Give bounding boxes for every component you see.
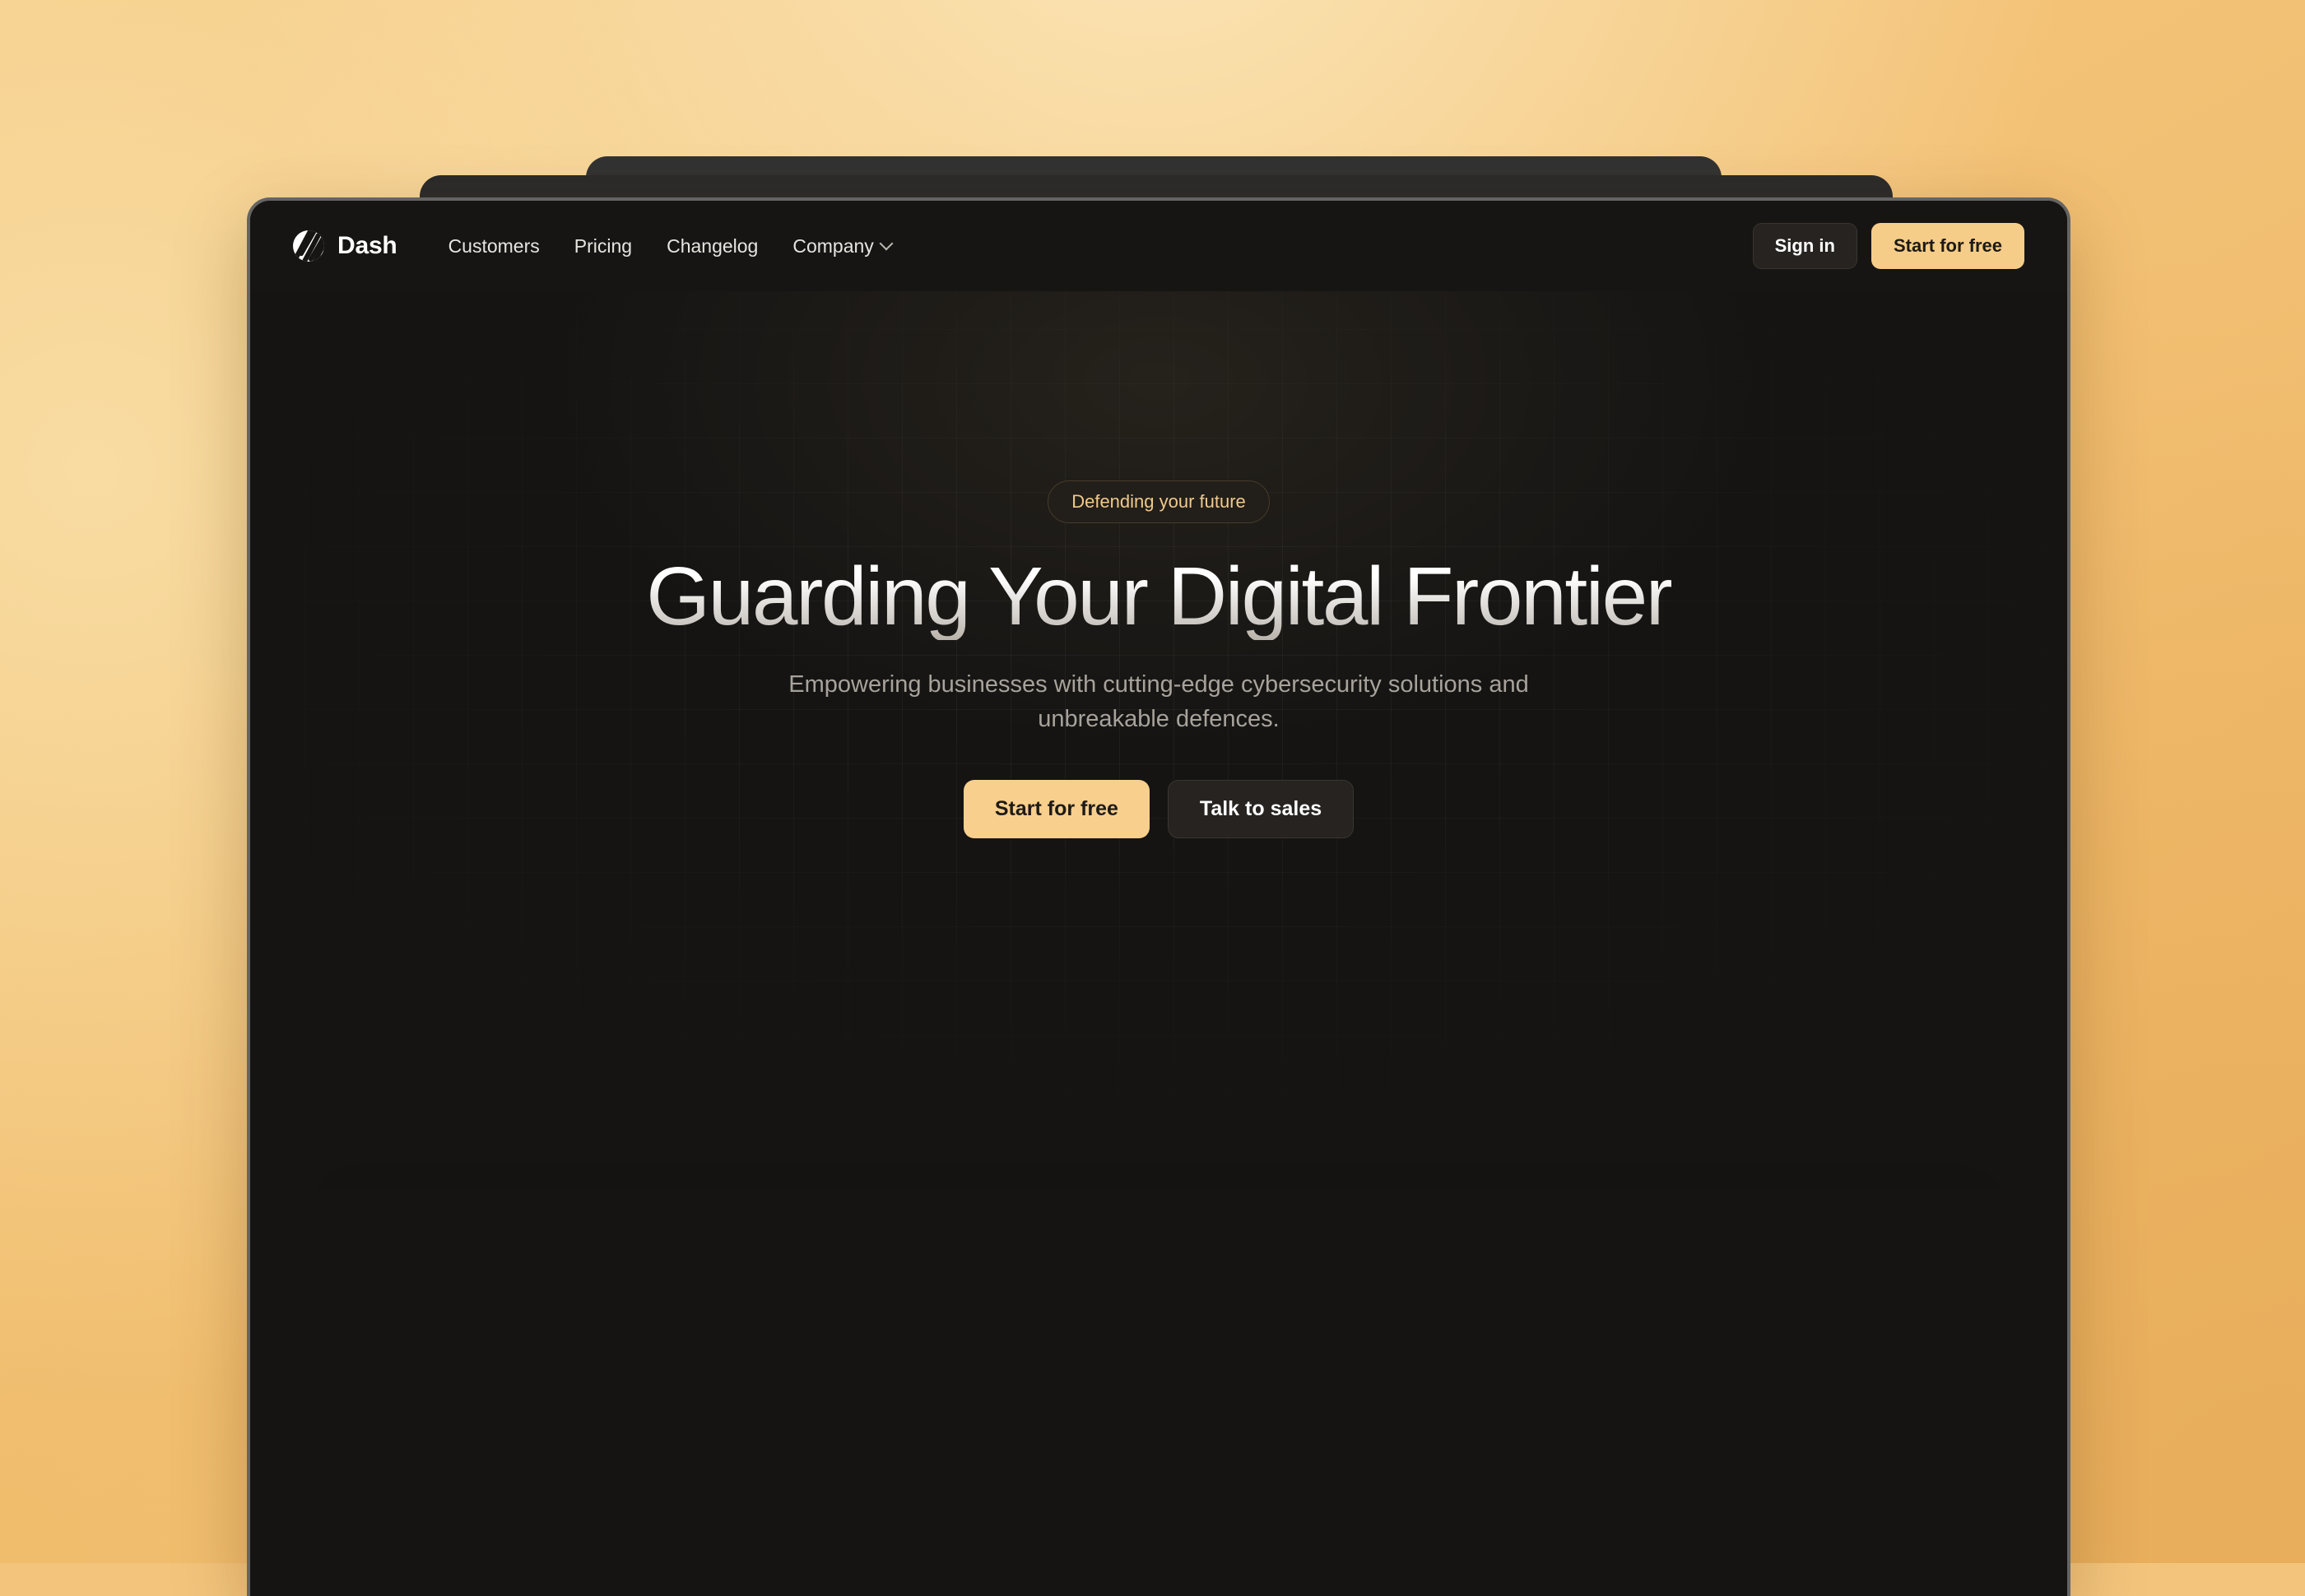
nav-link-customers[interactable]: Customers (448, 235, 540, 257)
sign-in-button[interactable]: Sign in (1753, 223, 1857, 269)
chevron-down-icon (881, 239, 892, 249)
hero-section: Defending your future Guarding Your Digi… (250, 291, 2067, 1188)
nav-actions: Sign in Start for free (1753, 223, 2024, 269)
nav-link-pricing[interactable]: Pricing (574, 235, 632, 257)
hero-title: Guarding Your Digital Frontier (646, 553, 1671, 640)
dash-logo-icon (293, 230, 324, 262)
nav-link-changelog-label: Changelog (667, 235, 758, 257)
browser-window: Dash Customers Pricing Changelog Company… (247, 197, 2070, 1596)
brand-logo[interactable]: Dash (293, 230, 397, 262)
nav-link-changelog[interactable]: Changelog (667, 235, 758, 257)
hero-talk-to-sales-button[interactable]: Talk to sales (1168, 780, 1354, 838)
start-for-free-button[interactable]: Start for free (1871, 223, 2024, 269)
hero-badge: Defending your future (1048, 480, 1270, 523)
hero-content: Defending your future Guarding Your Digi… (250, 291, 2067, 838)
brand-name: Dash (337, 232, 397, 260)
nav-link-customers-label: Customers (448, 235, 540, 257)
site-navbar: Dash Customers Pricing Changelog Company… (250, 201, 2067, 291)
hero-subtitle: Empowering businesses with cutting-edge … (723, 668, 1595, 737)
nav-link-company[interactable]: Company (792, 235, 891, 257)
nav-links: Customers Pricing Changelog Company (448, 235, 892, 257)
nav-link-pricing-label: Pricing (574, 235, 632, 257)
hero-start-for-free-button[interactable]: Start for free (964, 780, 1150, 838)
nav-link-company-label: Company (792, 235, 873, 257)
hero-cta-group: Start for free Talk to sales (964, 780, 1354, 838)
